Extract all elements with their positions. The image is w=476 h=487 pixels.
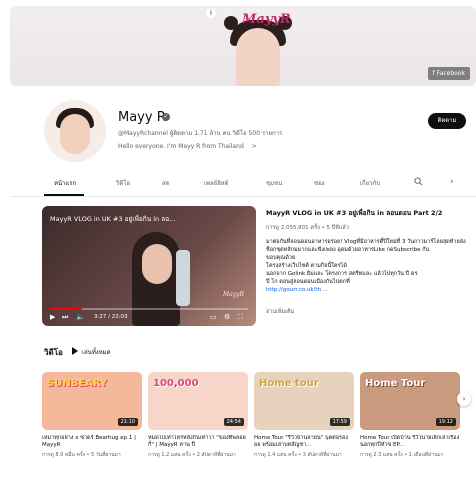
read-more-link[interactable]: อ่านเพิ่มเติม [266,308,294,316]
description-line: ขอบคุณด้วย [266,255,296,261]
featured-video-player[interactable]: MayyR VLOG in UK #3 อยู่เพื่อกิน in ลอ..… [42,206,256,326]
tab-community[interactable]: ชุมชน [266,178,282,188]
info-icon[interactable]: i [206,8,216,18]
featured-video-description: มาต่อกันที่ลอนดอนอาหารอร่อย! Vlogที่มีอา… [266,238,466,294]
video-duration: 19:12 [435,418,456,426]
banner-bun-left [224,16,238,30]
video-thumbnail[interactable]: SUNBEARY 21:10 [42,372,142,430]
thumbnail-text: SUNBEARY [47,378,108,389]
video-title[interactable]: Home Tour "รีวิวบ้านลายน" บุคต่อรองยอ พร… [254,435,354,449]
tab-channels[interactable]: ช่อง [314,178,325,188]
shelf-next-button[interactable]: › [457,392,471,406]
channel-description[interactable]: Hello everyone. I'm Mayy R from Thailand… [118,143,257,150]
play-icon[interactable]: ▶ [50,312,55,322]
featured-video-meta: การดู 2,055,801 ครั้ง • 5 ปีที่แล้ว [266,225,349,231]
chevron-right-icon: > [251,143,257,150]
progress-bar[interactable] [50,308,248,310]
video-card[interactable]: SUNBEARY 21:10 เหมาทุกอย่าง x ซาดร์ Bear… [42,372,142,459]
play-all-icon[interactable] [72,347,78,355]
video-meta: การดู 8.9 หมื่น ครั้ง • 5 วันที่ผ่านมา [42,452,121,458]
play-all-button[interactable]: เล่นทั้งหมด [82,347,111,357]
tab-about[interactable]: เกี่ยวกับ [360,178,380,188]
banner-face [236,28,280,86]
progress-fill [50,308,82,310]
video-thumbnail[interactable]: 100,000 24:54 [148,372,248,430]
channel-meta: @MayyRchannel ผู้ติดตาม 1.71 ล้าน คน วิด… [118,130,283,137]
video-card[interactable]: 100,000 24:54 หมดไปเท่าไหร่หลังกินเท่าวา… [148,372,248,459]
verified-icon: ✓ [162,113,170,121]
video-title[interactable]: หมดไปเท่าไหร่หลังกินเท่าวา "ของที่พลอยกี… [148,435,248,449]
video-duration: 21:10 [117,418,138,426]
description-line: ปี โก ตอนสู่ลอนดอนเมืองกันไปตกที่ [266,279,350,285]
thumbnail-text: Home tour [259,378,319,389]
video-thumbnail[interactable]: Home tour 17:59 [254,372,354,430]
video-meta: การดู 1.2 แสน ครั้ง • 2 สัปดาห์ที่ผ่านมา [148,452,236,458]
tab-playlists[interactable]: เพลย์ลิสต์ [204,178,228,188]
subscribe-button[interactable]: ติดตาม [428,113,466,129]
video-card[interactable]: Home tour 17:59 Home Tour "รีวิวบ้านลายน… [254,372,354,459]
video-title[interactable]: Home Tour เปิดบ้าน รีวิวนายเล็กเล่าเรื่อ… [360,435,460,449]
avatar-face [60,114,90,154]
player-controls: ▶ ⏭ 🔈 3:27 / 22:03 ▭ ⚙ ⛶ [50,312,248,322]
search-icon[interactable] [414,177,423,186]
facebook-icon: f [432,70,435,77]
description-line: นอกจาก Golink ยิมและ โครงการ สตรีทและ แล… [266,271,418,277]
video-duration: 17:59 [329,418,350,426]
tabs-divider [10,196,476,197]
featured-video-title[interactable]: MayyR VLOG in UK #3 อยู่เพื่อกิน in ลอนด… [266,208,466,218]
channel-banner: MayyR f Facebook [10,6,476,86]
subtitles-icon[interactable]: ▭ [210,312,217,322]
video-thumbnail[interactable]: Home Tour 19:12 [360,372,460,430]
player-time: 3:27 / 22:03 [94,314,128,320]
tab-live[interactable]: สด [162,178,170,188]
channel-name: Mayy R [118,110,166,125]
tab-home[interactable]: หน้าแรก [54,178,76,188]
channel-description-text: Hello everyone. I'm Mayy R from Thailand [118,143,244,150]
channel-avatar[interactable] [44,100,106,162]
videos-section-title[interactable]: วิดีโอ [44,346,63,359]
settings-icon[interactable]: ⚙ [224,312,230,322]
video-meta: การดู 1.4 แสน ครั้ง • 3 สัปดาห์ที่ผ่านมา [254,452,342,458]
thumbnail-text: Home Tour [365,378,426,389]
player-title[interactable]: MayyR VLOG in UK #3 อยู่เพื่อกิน in ลอ..… [50,214,200,224]
player-bottle [176,250,190,306]
player-face [142,244,172,284]
facebook-link[interactable]: f Facebook [427,67,470,80]
facebook-label: Facebook [436,70,465,77]
chevron-right-icon[interactable]: › [450,177,454,187]
fullscreen-icon[interactable]: ⛶ [238,312,243,322]
more-options-icon[interactable]: ⋮ [222,8,231,18]
thumbnail-text: 100,000 [153,378,199,389]
description-line: โครงสร้างเว็บไซต์ ตามกิจนี้ใครได้ [266,263,347,269]
next-icon[interactable]: ⏭ [62,312,68,322]
video-meta: การดู 2.3 แสน ครั้ง • 1 เดือนที่ผ่านมา [360,452,444,458]
video-shelf: SUNBEARY 21:10 เหมาทุกอย่าง x ซาดร์ Bear… [42,372,462,487]
volume-icon[interactable]: 🔈 [76,312,85,322]
description-line: มาต่อกันที่ลอนดอนอาหารอร่อย! Vlogที่มีอา… [266,239,466,245]
video-title[interactable]: เหมาทุกอย่าง x ซาดร์ Bearhug ep.1 | Mayy… [42,435,142,449]
player-watermark: MayyR [222,291,244,298]
video-card[interactable]: Home Tour 19:12 Home Tour เปิดบ้าน รีวิว… [360,372,460,459]
description-link[interactable]: http://gourr.co.uk/th ... [266,286,466,294]
video-duration: 24:54 [223,418,244,426]
description-line: ช็อกชุดหลักมมากและฟังเพลง อุดมด้วยอาหารL… [266,247,430,253]
channel-tabs: หน้าแรก วิดีโอ สด เพลย์ลิสต์ ชุมชน ช่อง … [48,178,468,194]
banner-logo: MayyR [242,12,291,27]
tab-videos[interactable]: วิดีโอ [116,178,130,188]
